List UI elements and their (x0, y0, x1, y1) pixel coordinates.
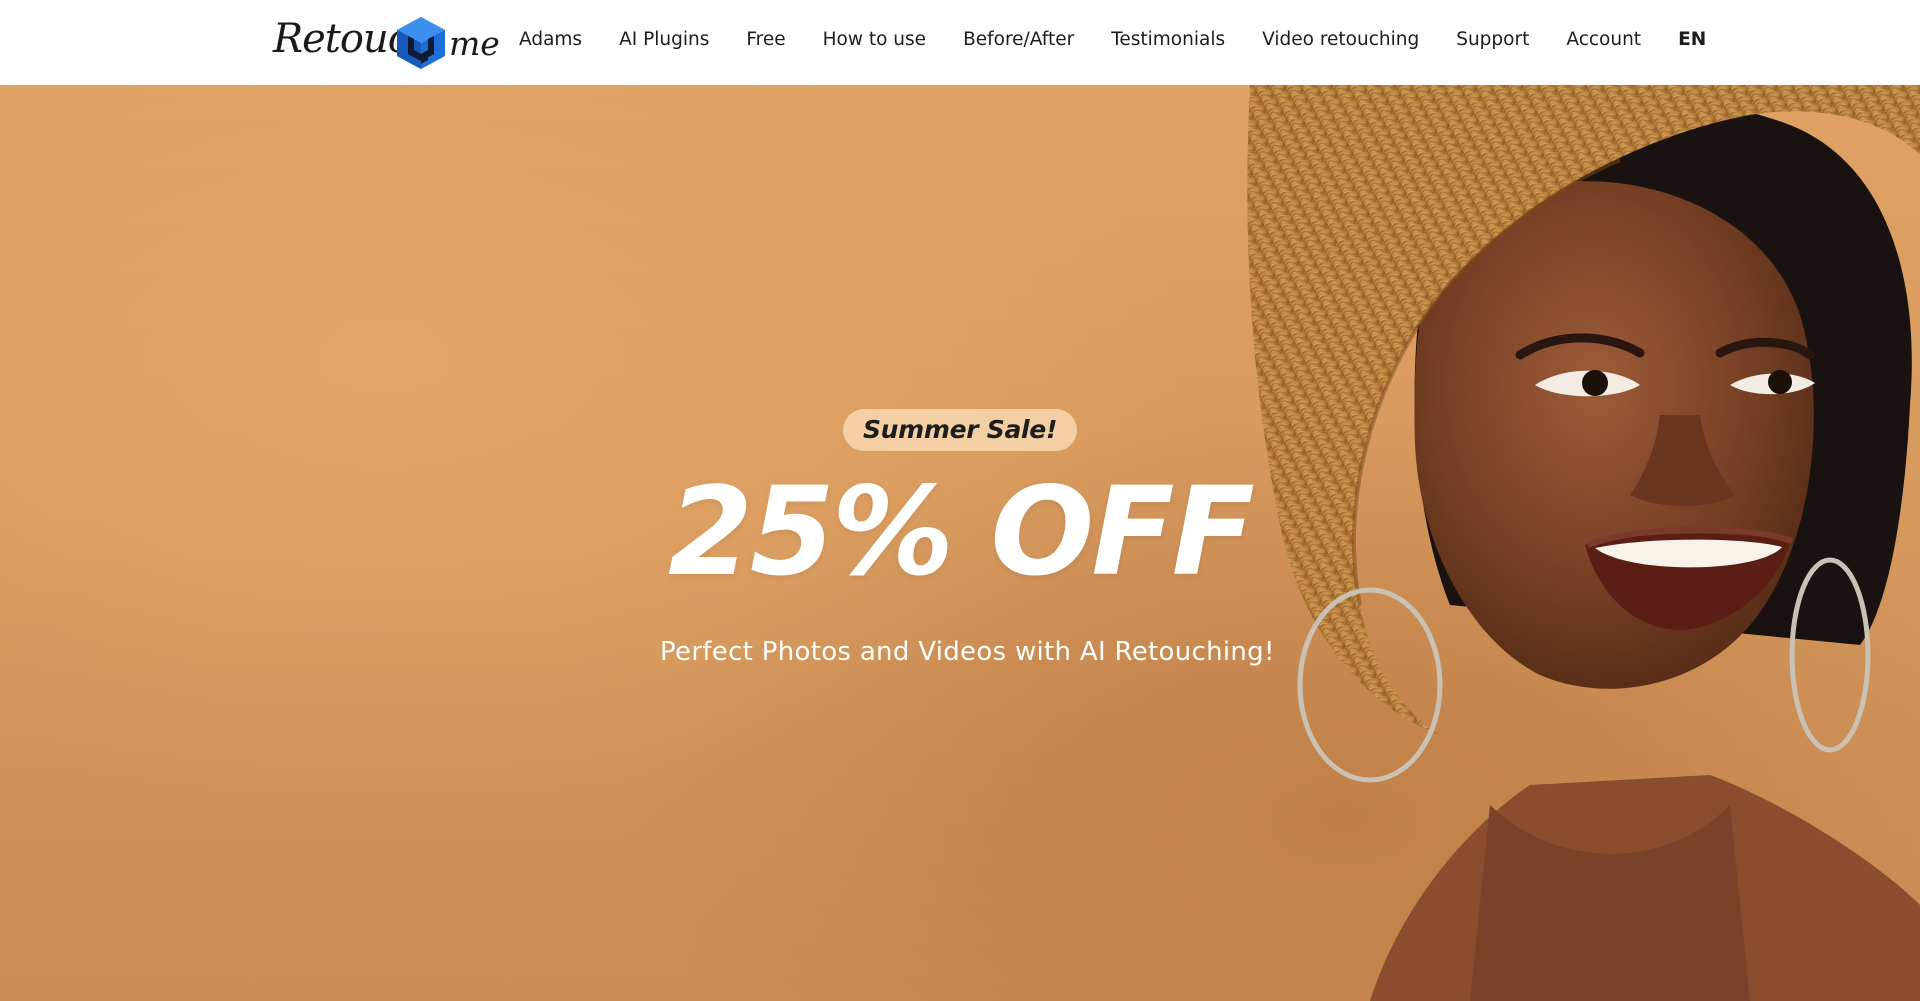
summer-sale-badge: Summer Sale! (842, 409, 1078, 451)
logo-text-me: me (449, 24, 500, 63)
nav-item-account[interactable]: Account (1566, 31, 1641, 54)
nav-item-support[interactable]: Support (1456, 31, 1529, 54)
promo-block: Summer Sale! 25% OFF Perfect Photos and … (660, 409, 1275, 667)
main-nav: Adams AI Plugins Free How to use Before/… (519, 0, 1706, 85)
language-selector[interactable]: EN (1678, 31, 1706, 54)
discount-headline: 25% OFF (668, 461, 1255, 603)
hero-tagline: Perfect Photos and Videos with AI Retouc… (660, 637, 1275, 667)
nav-item-before-after[interactable]: Before/After (963, 31, 1074, 54)
site-header: Retouch me Adams AI Plugins Free How to … (0, 0, 1920, 85)
nav-item-ai-plugins[interactable]: AI Plugins (619, 31, 709, 54)
hero-portrait-image (1247, 85, 1920, 1001)
cube-logo-icon (397, 17, 445, 69)
nav-item-testimonials[interactable]: Testimonials (1111, 31, 1225, 54)
nav-item-free[interactable]: Free (746, 31, 785, 54)
nav-item-video-retouching[interactable]: Video retouching (1262, 31, 1419, 54)
nav-item-how-to-use[interactable]: How to use (823, 31, 926, 54)
retouch4me-logo[interactable]: Retouch me (273, 14, 500, 72)
hero-banner[interactable]: Summer Sale! 25% OFF Perfect Photos and … (0, 85, 1920, 1001)
nav-item-adams[interactable]: Adams (519, 31, 582, 54)
